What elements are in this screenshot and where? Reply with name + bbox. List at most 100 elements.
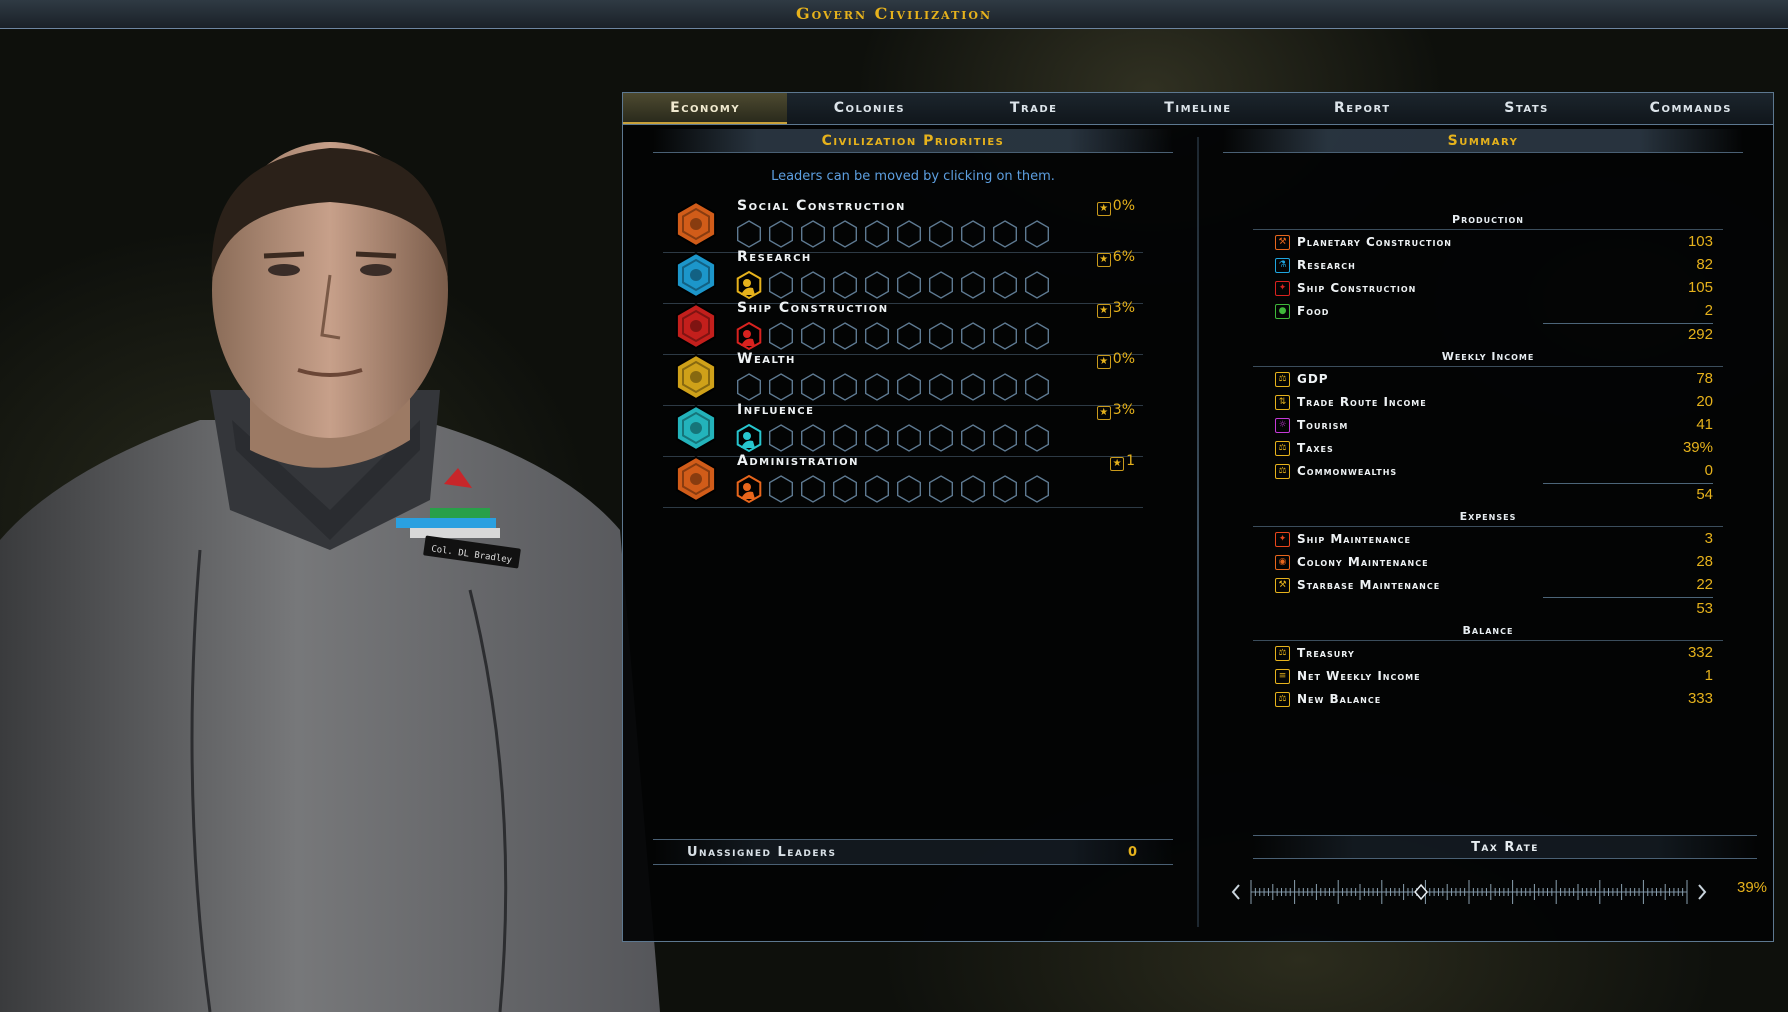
summary-row-label: Ship Maintenance (1297, 532, 1411, 546)
empty-leader-slot[interactable] (895, 474, 923, 504)
summary-row-label: Net Weekly Income (1297, 669, 1421, 683)
empty-leader-slot[interactable] (895, 372, 923, 402)
empty-leader-slot[interactable] (831, 372, 859, 402)
empty-leader-slot[interactable] (959, 423, 987, 453)
empty-leader-slot[interactable] (959, 270, 987, 300)
assigned-leader-slot[interactable] (735, 321, 763, 351)
tab-colonies[interactable]: Colonies (787, 93, 951, 124)
empty-leader-slot[interactable] (959, 321, 987, 351)
priority-label: Administration (737, 453, 859, 469)
leader-slots (735, 474, 1051, 504)
empty-leader-slot[interactable] (895, 321, 923, 351)
tax-rate-value: 39% (1737, 879, 1768, 896)
empty-leader-slot[interactable] (959, 372, 987, 402)
summary-row-value: 0 (1704, 462, 1713, 479)
empty-leader-slot[interactable] (863, 321, 891, 351)
empty-leader-slot[interactable] (991, 372, 1019, 402)
empty-leader-slot[interactable] (959, 474, 987, 504)
empty-leader-slot[interactable] (831, 423, 859, 453)
empty-leader-slot[interactable] (831, 219, 859, 249)
empty-leader-slot[interactable] (991, 474, 1019, 504)
empty-leader-slot[interactable] (991, 270, 1019, 300)
tab-stats[interactable]: Stats (1444, 93, 1608, 124)
empty-leader-slot[interactable] (799, 219, 827, 249)
tax-rate-slider[interactable] (1229, 875, 1709, 909)
assigned-leader-slot[interactable] (735, 270, 763, 300)
empty-leader-slot[interactable] (1023, 321, 1051, 351)
empty-leader-slot[interactable] (767, 474, 795, 504)
tab-commands[interactable]: Commands (1609, 93, 1773, 124)
slider-right-arrow-icon[interactable] (1698, 884, 1707, 900)
empty-leader-slot[interactable] (1023, 474, 1051, 504)
tab-timeline[interactable]: Timeline (1116, 93, 1280, 124)
empty-leader-slot[interactable] (991, 423, 1019, 453)
empty-leader-slot[interactable] (799, 474, 827, 504)
priority-row-research[interactable]: Research ★ 6% (663, 246, 1143, 304)
empty-leader-slot[interactable] (959, 219, 987, 249)
empty-leader-slot[interactable] (895, 270, 923, 300)
gear-icon (675, 455, 717, 503)
summary-row-label: Starbase Maintenance (1297, 578, 1441, 592)
priority-row-wealth[interactable]: Wealth ★ 0% (663, 348, 1143, 406)
empty-leader-slot[interactable] (863, 474, 891, 504)
panel-divider (1197, 137, 1199, 927)
empty-leader-slot[interactable] (767, 372, 795, 402)
empty-leader-slot[interactable] (735, 372, 763, 402)
title-bar: Govern Civilization (0, 0, 1788, 29)
empty-leader-slot[interactable] (1023, 219, 1051, 249)
summary-row-label: Ship Construction (1297, 281, 1417, 295)
empty-leader-slot[interactable] (1023, 270, 1051, 300)
ship-icon: ✦ (1275, 281, 1290, 296)
summary-row-value: 41 (1696, 416, 1713, 433)
empty-leader-slot[interactable] (863, 372, 891, 402)
empty-leader-slot[interactable] (799, 423, 827, 453)
empty-leader-slot[interactable] (895, 219, 923, 249)
empty-leader-slot[interactable] (991, 219, 1019, 249)
assigned-leader-slot[interactable] (735, 474, 763, 504)
empty-leader-slot[interactable] (895, 423, 923, 453)
priority-label: Wealth (737, 351, 796, 367)
empty-leader-slot[interactable] (799, 372, 827, 402)
priority-row-administration[interactable]: Administration ★ 1 (663, 450, 1143, 508)
empty-leader-slot[interactable] (927, 423, 955, 453)
empty-leader-slot[interactable] (863, 219, 891, 249)
empty-leader-slot[interactable] (1023, 372, 1051, 402)
empty-leader-slot[interactable] (767, 321, 795, 351)
tab-report[interactable]: Report (1280, 93, 1444, 124)
empty-leader-slot[interactable] (927, 321, 955, 351)
empty-leader-slot[interactable] (927, 474, 955, 504)
assigned-leader-slot[interactable] (735, 423, 763, 453)
priority-percent-value: 0% (1112, 198, 1135, 214)
empty-leader-slot[interactable] (735, 219, 763, 249)
priority-row-social-construction[interactable]: Social Construction ★ 0% (663, 195, 1143, 253)
scale-icon: ⚖ (1275, 464, 1290, 479)
priority-label: Research (737, 249, 812, 265)
empty-leader-slot[interactable] (767, 423, 795, 453)
govern-panel: Economy Colonies Trade Timeline Report Stats C… (622, 92, 1774, 942)
empty-leader-slot[interactable] (863, 270, 891, 300)
priority-row-influence[interactable]: Influence ★ 3% (663, 399, 1143, 457)
trade-icon: ⇅ (1275, 395, 1290, 410)
empty-leader-slot[interactable] (991, 321, 1019, 351)
unassigned-leaders-bar[interactable]: Unassigned Leaders 0 (653, 839, 1173, 865)
empty-leader-slot[interactable] (863, 423, 891, 453)
star-icon: ★ (1096, 202, 1111, 216)
priority-row-ship-construction[interactable]: Ship Construction ★ 3% (663, 297, 1143, 355)
summary-row-planetary-construction: ⚒ Planetary Construction 103 (1263, 231, 1713, 254)
apple-icon: ● (1275, 304, 1290, 319)
empty-leader-slot[interactable] (927, 270, 955, 300)
empty-leader-slot[interactable] (831, 270, 859, 300)
tab-economy[interactable]: Economy (623, 93, 788, 124)
starbase-maint-icon: ⚒ (1275, 578, 1290, 593)
tab-trade[interactable]: Trade (952, 93, 1116, 124)
empty-leader-slot[interactable] (831, 321, 859, 351)
empty-leader-slot[interactable] (767, 270, 795, 300)
empty-leader-slot[interactable] (767, 219, 795, 249)
empty-leader-slot[interactable] (799, 321, 827, 351)
slider-left-arrow-icon[interactable] (1231, 884, 1240, 900)
empty-leader-slot[interactable] (927, 219, 955, 249)
empty-leader-slot[interactable] (799, 270, 827, 300)
empty-leader-slot[interactable] (831, 474, 859, 504)
empty-leader-slot[interactable] (1023, 423, 1051, 453)
empty-leader-slot[interactable] (927, 372, 955, 402)
